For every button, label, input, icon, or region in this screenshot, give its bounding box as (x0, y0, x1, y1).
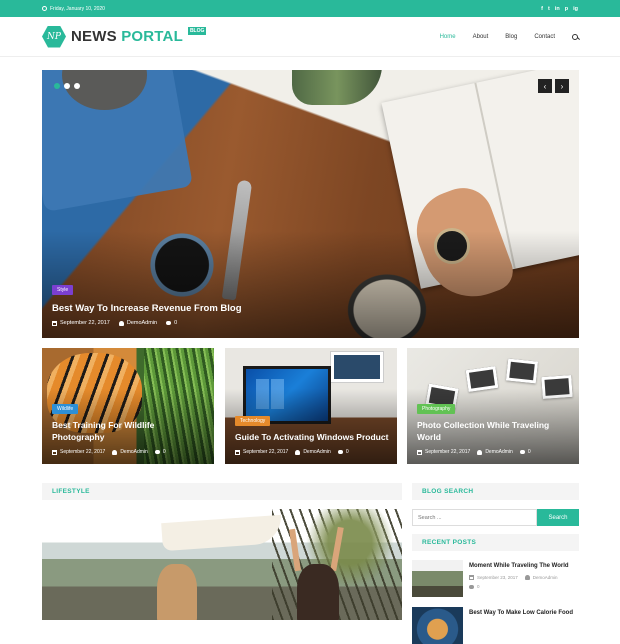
lifestyle-heading: LIFESTYLE (42, 483, 402, 500)
comment-count[interactable]: 0 (346, 449, 349, 455)
nav-item-home[interactable]: Home (440, 34, 456, 40)
instagram-icon[interactable]: ig (573, 6, 578, 12)
slider-dot-1[interactable] (54, 83, 60, 89)
lifestyle-image[interactable] (42, 509, 402, 620)
nav-item-about[interactable]: About (473, 34, 489, 40)
comment-count[interactable]: 0 (477, 584, 480, 589)
main-nav: Home About Blog Contact (440, 33, 578, 40)
nav-item-contact[interactable]: Contact (534, 34, 555, 40)
card-caption: Technology Guide To Activating Windows P… (235, 409, 389, 455)
category-badge[interactable]: Technology (235, 415, 271, 426)
post-date: September 22, 2017 (60, 449, 106, 455)
post-author[interactable]: DemoAdmin (120, 449, 148, 455)
prev-arrow-icon[interactable]: ‹ (538, 79, 552, 93)
post-meta-comments: 0 (469, 584, 569, 589)
site-title-part1: NEWS (71, 28, 117, 45)
date-display: Friday, January 10, 2020 (42, 6, 105, 12)
user-icon (477, 449, 483, 455)
featured-card[interactable]: Photography Photo Collection While Trave… (407, 348, 579, 464)
search-icon[interactable] (572, 33, 578, 40)
blog-search-heading: BLOG SEARCH (412, 483, 579, 500)
card-caption: Photography Photo Collection While Trave… (417, 397, 571, 455)
hero-caption: Style Best Way To Increase Revenue From … (52, 278, 242, 326)
comment-icon (519, 450, 525, 454)
post-meta: September 23, 2017 DemoAdmin (469, 575, 569, 580)
comment-icon (337, 450, 343, 454)
post-author[interactable]: DemoAdmin (303, 449, 331, 455)
post-author[interactable]: DemoAdmin (533, 575, 558, 580)
comment-icon (154, 450, 160, 454)
pinterest-icon[interactable]: p (565, 6, 568, 12)
recent-post-thumbnail[interactable] (412, 560, 463, 597)
linkedin-icon[interactable]: in (555, 6, 560, 12)
user-icon (112, 449, 118, 455)
category-badge[interactable]: Wildlife (52, 404, 79, 415)
comment-icon (166, 321, 172, 325)
card-title[interactable]: Guide To Activating Windows Product (235, 432, 389, 443)
calendar-icon (469, 575, 474, 580)
comment-count[interactable]: 0 (174, 320, 177, 326)
current-date: Friday, January 10, 2020 (50, 5, 105, 12)
post-date: September 23, 2017 (477, 575, 518, 580)
comment-count[interactable]: 0 (528, 449, 531, 455)
twitter-icon[interactable]: t (548, 6, 550, 12)
featured-card[interactable]: Technology Guide To Activating Windows P… (225, 348, 397, 464)
recent-post-title[interactable]: Moment While Traveling The World (469, 563, 569, 569)
search-button[interactable]: Search (537, 509, 579, 526)
slider-dots (54, 83, 80, 89)
user-icon (118, 320, 124, 326)
recent-post-title[interactable]: Best Way To Make Low Calorie Food (469, 610, 573, 616)
search-input[interactable] (412, 509, 537, 526)
post-meta: September 22, 2017 DemoAdmin 0 (52, 449, 206, 455)
recent-posts-heading: RECENT POSTS (412, 534, 579, 551)
site-header: NP NEWS PORTAL BLOG Home About Blog Cont… (0, 17, 620, 57)
post-date: September 22, 2017 (243, 449, 289, 455)
card-title[interactable]: Best Training For Wildlife Photography (52, 420, 206, 443)
category-badge[interactable]: Photography (417, 404, 456, 415)
person-image (157, 564, 197, 620)
post-date: September 22, 2017 (60, 320, 110, 326)
blog-badge: BLOG (187, 26, 207, 35)
post-meta: September 22, 2017 DemoAdmin 0 (235, 449, 389, 455)
user-icon (524, 575, 530, 580)
site-logo[interactable]: NP NEWS PORTAL BLOG (42, 25, 207, 48)
social-links: f t in p ig (541, 6, 578, 12)
card-caption: Wildlife Best Training For Wildlife Phot… (52, 397, 206, 455)
recent-post-item[interactable]: Best Way To Make Low Calorie Food (412, 607, 573, 644)
post-meta: September 22, 2017 DemoAdmin 0 (52, 320, 242, 326)
person-image (297, 564, 339, 620)
featured-card[interactable]: Wildlife Best Training For Wildlife Phot… (42, 348, 214, 464)
facebook-icon[interactable]: f (541, 6, 543, 12)
post-author[interactable]: DemoAdmin (485, 449, 513, 455)
cloth-image (161, 514, 283, 552)
hero-slider[interactable]: ‹ › Style Best Way To Increase Revenue F… (42, 70, 579, 338)
calendar-icon (417, 449, 422, 455)
hero-title[interactable]: Best Way To Increase Revenue From Blog (52, 303, 242, 314)
calendar-icon (52, 320, 57, 326)
post-date: September 22, 2017 (425, 449, 471, 455)
user-icon (295, 449, 301, 455)
slider-arrows: ‹ › (538, 79, 569, 93)
site-title-part2: PORTAL (121, 28, 183, 45)
comment-icon (469, 584, 474, 589)
search-form: Search (412, 509, 579, 526)
recent-post-thumbnail[interactable] (412, 607, 463, 644)
top-bar: Friday, January 10, 2020 f t in p ig (0, 0, 620, 17)
calendar-icon (52, 449, 57, 455)
logo-icon: NP (42, 25, 66, 48)
nav-item-blog[interactable]: Blog (505, 34, 517, 40)
comment-count[interactable]: 0 (163, 449, 166, 455)
post-meta: September 22, 2017 DemoAdmin 0 (417, 449, 571, 455)
slider-dot-2[interactable] (64, 83, 70, 89)
post-author[interactable]: DemoAdmin (127, 320, 157, 326)
recent-post-item[interactable]: Moment While Traveling The World Septemb… (412, 560, 569, 597)
category-badge[interactable]: Style (52, 285, 74, 295)
clock-icon (42, 6, 47, 11)
card-title[interactable]: Photo Collection While Traveling World (417, 420, 571, 443)
slider-dot-3[interactable] (74, 83, 80, 89)
next-arrow-icon[interactable]: › (555, 79, 569, 93)
calendar-icon (235, 449, 240, 455)
site-title: NEWS PORTAL (71, 28, 183, 45)
